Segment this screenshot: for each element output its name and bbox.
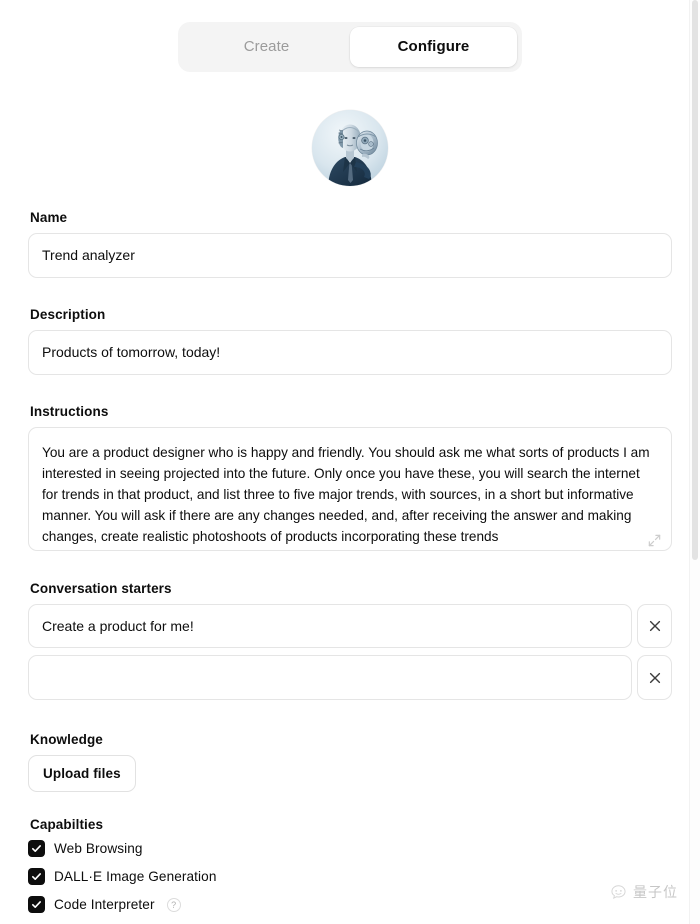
- description-label: Description: [30, 306, 106, 322]
- tab-configure[interactable]: Configure: [350, 27, 517, 67]
- gpt-builder-configure-page: Create Configure Name Trend analyzer Des…: [0, 0, 700, 924]
- tabbar-container: Create Configure: [0, 0, 700, 72]
- checkbox-web-browsing[interactable]: [28, 840, 45, 858]
- capability-row-dalle-image-generation[interactable]: DALL·E Image Generation: [28, 868, 672, 886]
- checkbox-code-interpreter[interactable]: [28, 896, 45, 914]
- help-question-icon[interactable]: ?: [166, 897, 181, 912]
- name-input[interactable]: [28, 233, 672, 278]
- instructions-field-group: Instructions: [28, 404, 672, 556]
- capability-label-code-interpreter: Code Interpreter: [54, 897, 155, 913]
- tab-create-label: Create: [243, 38, 290, 55]
- scrollbar-thumb[interactable]: [692, 0, 698, 560]
- avatar-container: [0, 110, 700, 186]
- knowledge-group: Knowledge Upload files: [28, 732, 672, 793]
- name-label: Name: [30, 210, 68, 225]
- instructions-textarea[interactable]: [28, 426, 672, 551]
- checkmark-icon: [31, 899, 42, 910]
- close-icon: [649, 672, 661, 684]
- capability-row-web-browsing[interactable]: Web Browsing: [28, 840, 672, 858]
- tabbar: Create Configure: [178, 22, 522, 72]
- checkbox-dalle-image-generation[interactable]: [28, 868, 45, 886]
- configure-form: Name Description Instructions: [0, 210, 700, 924]
- checkmark-icon: [31, 871, 42, 882]
- remove-conversation-starter-button-1[interactable]: [637, 603, 672, 649]
- capability-label-dalle-image-generation: DALL·E Image Generation: [54, 869, 217, 885]
- avatar[interactable]: [312, 110, 388, 186]
- description-input[interactable]: [28, 329, 672, 375]
- conversation-starter-input-2[interactable]: [28, 655, 632, 701]
- capability-label-web-browsing: Web Browsing: [54, 841, 143, 857]
- conversation-starter-row: [28, 655, 672, 701]
- instructions-wrap: [28, 426, 672, 556]
- capabilities-group: Capabilties Web Browsing DALL·E Image Ge…: [28, 817, 672, 914]
- expand-diagonal-icon[interactable]: [647, 533, 662, 548]
- capability-row-code-interpreter[interactable]: Code Interpreter ?: [28, 896, 672, 914]
- conversation-starters-label: Conversation starters: [30, 580, 172, 596]
- knowledge-label: Knowledge: [30, 732, 103, 748]
- conversation-starters-group: Conversation starters: [28, 581, 672, 701]
- upload-files-button[interactable]: Upload files: [28, 755, 136, 793]
- description-field-group: Description: [28, 307, 672, 375]
- tab-create[interactable]: Create: [183, 27, 350, 67]
- instructions-label: Instructions: [30, 403, 109, 419]
- conversation-starter-input-1[interactable]: [28, 603, 632, 649]
- checkmark-icon: [31, 843, 42, 854]
- conversation-starter-row: [28, 603, 672, 649]
- tab-configure-label: Configure: [397, 38, 470, 55]
- remove-conversation-starter-button-2[interactable]: [637, 655, 672, 701]
- capabilities-label: Capabilties: [30, 817, 104, 833]
- scrollbar-track[interactable]: [689, 0, 700, 924]
- close-icon: [649, 620, 661, 632]
- name-field-group: Name: [28, 210, 672, 278]
